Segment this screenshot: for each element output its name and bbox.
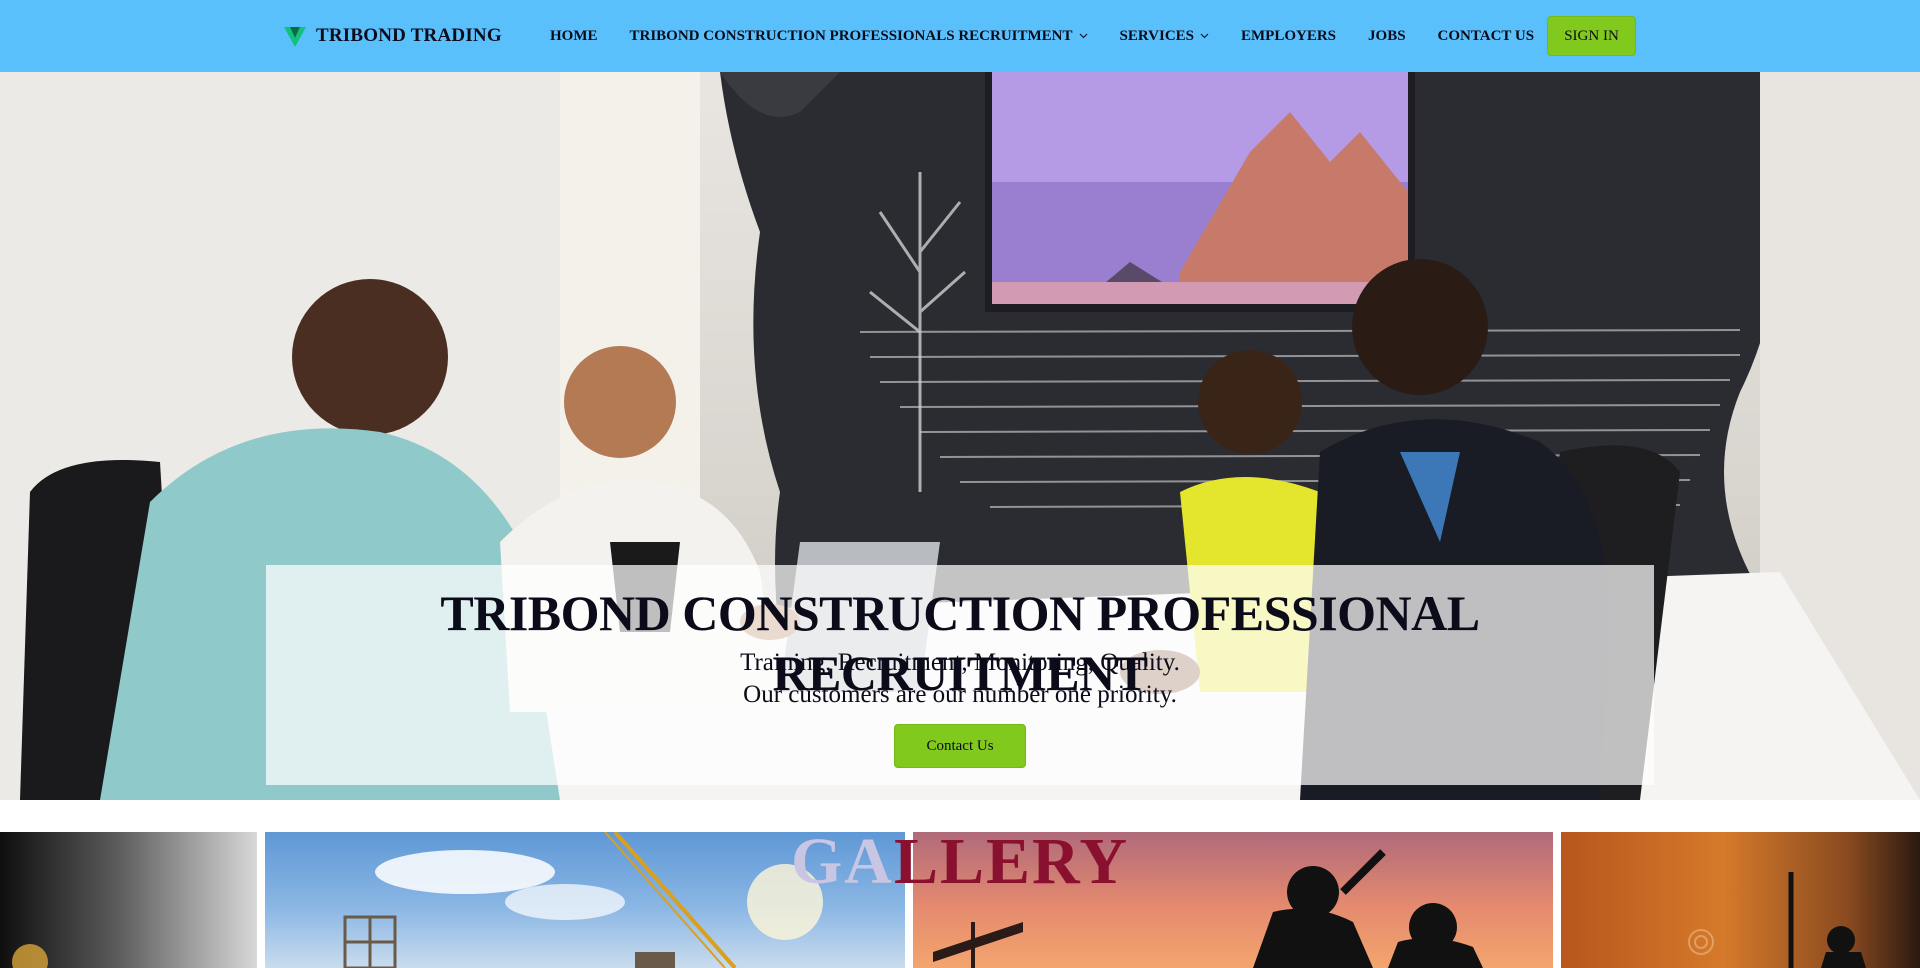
- hero-card: TRIBOND CONSTRUCTION PROFESSIONAL RECRUI…: [266, 565, 1654, 785]
- site-header: TRIBOND TRADING HOME TRIBOND CONSTRUCTIO…: [0, 0, 1920, 72]
- nav-label: EMPLOYERS: [1241, 27, 1337, 44]
- gallery-title-part2: LLERY: [893, 825, 1130, 898]
- chevron-down-icon: [1200, 33, 1209, 39]
- nav-services[interactable]: SERVICES: [1120, 28, 1210, 45]
- hero-section: TRIBOND CONSTRUCTION PROFESSIONAL RECRUI…: [0, 72, 1920, 800]
- hero-subtitle-line2: Our customers are our number one priorit…: [743, 681, 1177, 708]
- nav-label: SERVICES: [1119, 27, 1195, 44]
- nav-recruitment[interactable]: TRIBOND CONSTRUCTION PROFESSIONALS RECRU…: [630, 28, 1088, 45]
- nav-label: HOME: [550, 27, 598, 44]
- nav-employers[interactable]: EMPLOYERS: [1241, 28, 1336, 45]
- v-leaf-icon: [284, 27, 306, 47]
- hero-subtitle-line1: Training, Recruitment, Monitoring, Quali…: [740, 649, 1180, 676]
- sign-in-button[interactable]: SIGN IN: [1547, 16, 1636, 56]
- main-nav: HOME TRIBOND CONSTRUCTION PROFESSIONALS …: [550, 0, 1566, 72]
- chevron-down-icon: [1079, 33, 1087, 39]
- nav-label: JOBS: [1368, 27, 1406, 44]
- gallery-title-part1: GA: [790, 825, 894, 898]
- nav-label: TRIBOND CONSTRUCTION PROFESSIONALS RECRU…: [629, 27, 1073, 44]
- site-logo[interactable]: TRIBOND TRADING: [282, 22, 502, 50]
- nav-home[interactable]: HOME: [550, 28, 598, 45]
- contact-us-button[interactable]: Contact Us: [894, 724, 1026, 768]
- nav-jobs[interactable]: JOBS: [1368, 28, 1406, 45]
- nav-contact-us[interactable]: CONTACT US: [1438, 28, 1535, 45]
- gallery-title: GALLERY: [0, 824, 1920, 900]
- logo-text: TRIBOND TRADING: [316, 25, 502, 46]
- nav-label: CONTACT US: [1437, 27, 1535, 44]
